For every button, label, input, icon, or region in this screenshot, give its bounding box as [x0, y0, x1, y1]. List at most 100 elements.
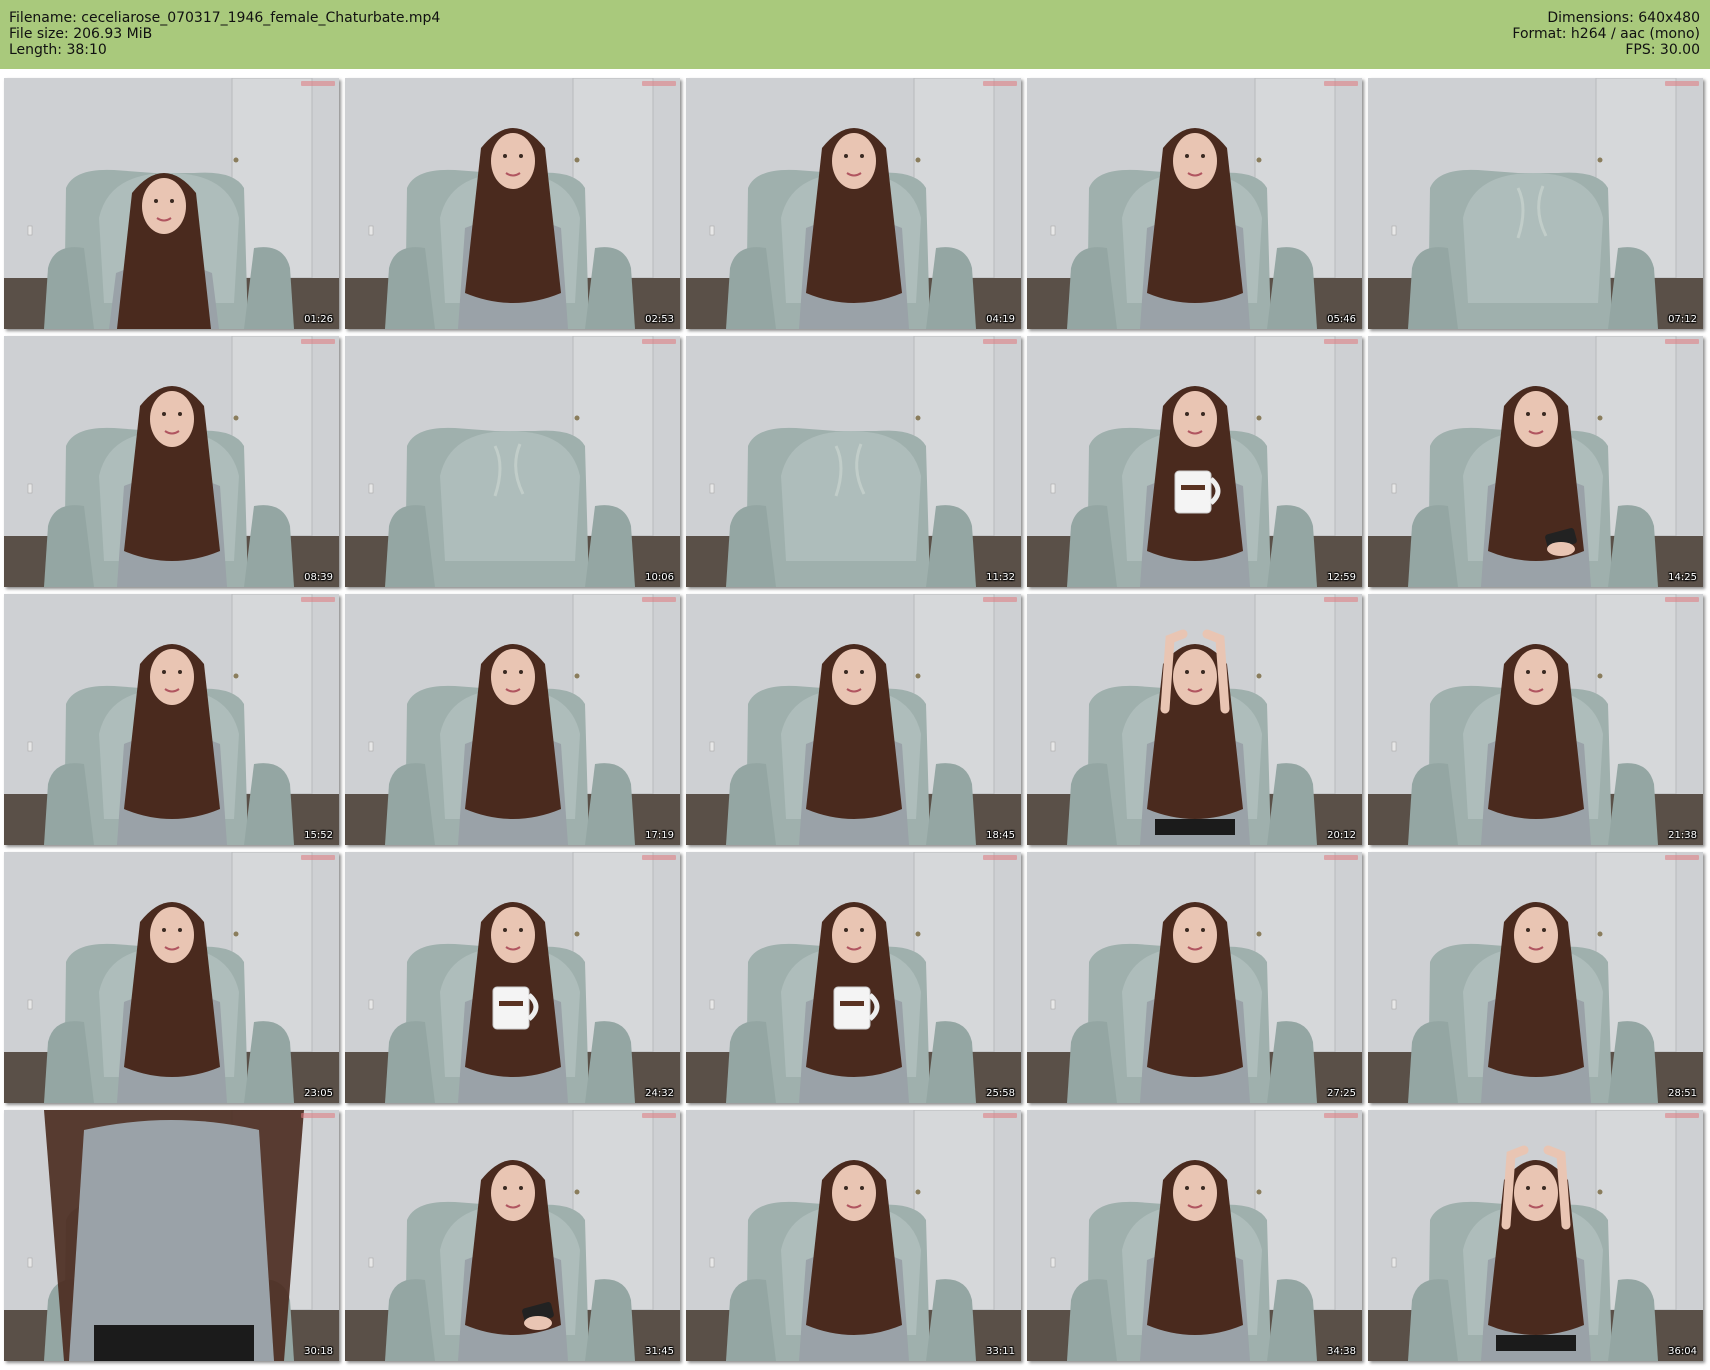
video-frame-thumbnail[interactable]: 01:26 — [4, 78, 339, 329]
video-frame-thumbnail[interactable]: 20:12 — [1027, 594, 1362, 845]
watermark-mark — [1665, 855, 1699, 860]
frame-image — [686, 78, 1021, 329]
frame-image — [686, 852, 1021, 1103]
watermark-mark — [983, 339, 1017, 344]
frame-image — [1368, 1110, 1703, 1361]
video-frame-thumbnail[interactable]: 21:38 — [1368, 594, 1703, 845]
video-frame-thumbnail[interactable]: 34:38 — [1027, 1110, 1362, 1361]
watermark-mark — [983, 81, 1017, 86]
watermark-mark — [1665, 81, 1699, 86]
format-text: Format: h264 / aac (mono) — [1512, 26, 1700, 42]
watermark-mark — [301, 855, 335, 860]
video-frame-thumbnail[interactable]: 28:51 — [1368, 852, 1703, 1103]
frame-image — [1027, 78, 1362, 329]
frame-image — [686, 594, 1021, 845]
frame-image — [686, 336, 1021, 587]
length-text: Length: 38:10 — [9, 42, 107, 58]
video-frame-thumbnail[interactable]: 02:53 — [345, 78, 680, 329]
frame-image — [4, 336, 339, 587]
frame-timestamp: 31:45 — [645, 1346, 674, 1357]
frame-image — [345, 1110, 680, 1361]
video-frame-thumbnail[interactable]: 33:11 — [686, 1110, 1021, 1361]
watermark-mark — [1324, 855, 1358, 860]
frame-image — [4, 594, 339, 845]
frame-timestamp: 18:45 — [986, 830, 1015, 841]
watermark-mark — [301, 1113, 335, 1118]
frame-timestamp: 04:19 — [986, 314, 1015, 325]
frame-timestamp: 10:06 — [645, 572, 674, 583]
frame-timestamp: 14:25 — [1668, 572, 1697, 583]
video-frame-thumbnail[interactable]: 31:45 — [345, 1110, 680, 1361]
watermark-mark — [1324, 81, 1358, 86]
watermark-mark — [1665, 339, 1699, 344]
frame-image — [1368, 852, 1703, 1103]
frame-image — [1368, 594, 1703, 845]
frame-image — [1027, 852, 1362, 1103]
frame-timestamp: 21:38 — [1668, 830, 1697, 841]
frame-timestamp: 27:25 — [1327, 1088, 1356, 1099]
video-frame-thumbnail[interactable]: 12:59 — [1027, 336, 1362, 587]
frame-timestamp: 30:18 — [304, 1346, 333, 1357]
frame-timestamp: 15:52 — [304, 830, 333, 841]
file-info-header: Filename: ceceliarose_070317_1946_female… — [0, 0, 1710, 69]
frame-timestamp: 24:32 — [645, 1088, 674, 1099]
frame-image — [345, 594, 680, 845]
watermark-mark — [1324, 1113, 1358, 1118]
watermark-mark — [301, 81, 335, 86]
watermark-mark — [1665, 597, 1699, 602]
frame-image — [345, 78, 680, 329]
video-frame-thumbnail[interactable]: 11:32 — [686, 336, 1021, 587]
video-frame-thumbnail[interactable]: 10:06 — [345, 336, 680, 587]
frame-image — [4, 852, 339, 1103]
watermark-mark — [1665, 1113, 1699, 1118]
fps-text: FPS: 30.00 — [1625, 42, 1700, 58]
video-frame-thumbnail[interactable]: 30:18 — [4, 1110, 339, 1361]
frame-timestamp: 02:53 — [645, 314, 674, 325]
thumbnail-grid: 01:26 02:53 04:19 05:46 07:12 08:39 10:06 11:32… — [4, 78, 1710, 1370]
video-frame-thumbnail[interactable]: 27:25 — [1027, 852, 1362, 1103]
frame-timestamp: 23:05 — [304, 1088, 333, 1099]
video-frame-thumbnail[interactable]: 36:04 — [1368, 1110, 1703, 1361]
frame-timestamp: 01:26 — [304, 314, 333, 325]
frame-timestamp: 25:58 — [986, 1088, 1015, 1099]
frame-timestamp: 36:04 — [1668, 1346, 1697, 1357]
watermark-mark — [983, 597, 1017, 602]
video-frame-thumbnail[interactable]: 23:05 — [4, 852, 339, 1103]
frame-image — [345, 336, 680, 587]
watermark-mark — [642, 339, 676, 344]
watermark-mark — [301, 597, 335, 602]
dimensions-text: Dimensions: 640x480 — [1547, 10, 1700, 26]
frame-timestamp: 12:59 — [1327, 572, 1356, 583]
frame-image — [686, 1110, 1021, 1361]
watermark-mark — [642, 1113, 676, 1118]
frame-image — [4, 78, 339, 329]
frame-image — [1368, 336, 1703, 587]
video-frame-thumbnail[interactable]: 08:39 — [4, 336, 339, 587]
video-frame-thumbnail[interactable]: 24:32 — [345, 852, 680, 1103]
frame-timestamp: 20:12 — [1327, 830, 1356, 841]
video-frame-thumbnail[interactable]: 17:19 — [345, 594, 680, 845]
file-info-right: Dimensions: 640x480 Format: h264 / aac (… — [1512, 10, 1700, 58]
video-frame-thumbnail[interactable]: 05:46 — [1027, 78, 1362, 329]
video-frame-thumbnail[interactable]: 15:52 — [4, 594, 339, 845]
watermark-mark — [1324, 339, 1358, 344]
frame-timestamp: 08:39 — [304, 572, 333, 583]
video-frame-thumbnail[interactable]: 07:12 — [1368, 78, 1703, 329]
frame-timestamp: 07:12 — [1668, 314, 1697, 325]
frame-timestamp: 34:38 — [1327, 1346, 1356, 1357]
watermark-mark — [642, 855, 676, 860]
frame-image — [345, 852, 680, 1103]
video-frame-thumbnail[interactable]: 25:58 — [686, 852, 1021, 1103]
video-frame-thumbnail[interactable]: 18:45 — [686, 594, 1021, 845]
watermark-mark — [983, 1113, 1017, 1118]
frame-timestamp: 05:46 — [1327, 314, 1356, 325]
video-frame-thumbnail[interactable]: 14:25 — [1368, 336, 1703, 587]
watermark-mark — [642, 81, 676, 86]
file-info-left: Filename: ceceliarose_070317_1946_female… — [9, 10, 440, 58]
watermark-mark — [1324, 597, 1358, 602]
frame-image — [1027, 336, 1362, 587]
frame-timestamp: 11:32 — [986, 572, 1015, 583]
video-frame-thumbnail[interactable]: 04:19 — [686, 78, 1021, 329]
frame-image — [1027, 594, 1362, 845]
watermark-mark — [642, 597, 676, 602]
